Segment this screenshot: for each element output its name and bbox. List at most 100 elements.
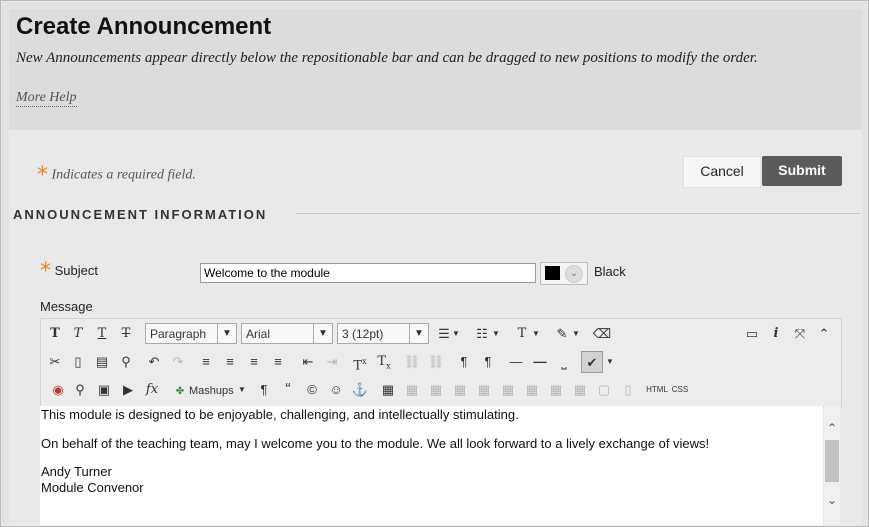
eraser-icon[interactable]: ⌫: [591, 323, 613, 345]
undo-icon[interactable]: ↶: [143, 351, 165, 373]
record-icon[interactable]: ◉: [47, 379, 69, 401]
paragraph-format-value: Paragraph: [150, 327, 207, 341]
mashups-icon: ✤: [175, 386, 185, 397]
page-title: Create Announcement: [16, 13, 272, 40]
image-icon[interactable]: ▣: [93, 379, 115, 401]
info-icon[interactable]: i: [765, 323, 787, 345]
table-merge-icon[interactable]: ▦: [569, 379, 591, 401]
italic-icon[interactable]: T: [67, 323, 89, 345]
editor-line: Module Convenor: [41, 480, 144, 495]
table-icon[interactable]: ▦: [377, 379, 399, 401]
paragraph-format-select[interactable]: Paragraph ▼: [145, 323, 237, 344]
color-picker[interactable]: ⌄: [540, 262, 588, 285]
css-button[interactable]: CSS: [669, 379, 691, 401]
table-col-after-icon[interactable]: ▦: [497, 379, 519, 401]
align-right-icon[interactable]: ≡: [243, 351, 265, 373]
redo-icon[interactable]: ↷: [167, 351, 189, 373]
editor-line: This module is designed to be enjoyable,…: [41, 407, 519, 422]
cancel-button[interactable]: Cancel: [683, 156, 761, 188]
chevron-down-icon[interactable]: ▼: [491, 323, 501, 345]
table-row-before-icon[interactable]: ▦: [401, 379, 423, 401]
chevron-down-icon[interactable]: ⌄: [565, 265, 583, 283]
fullscreen-icon[interactable]: ⤧: [789, 323, 811, 345]
rtl-icon[interactable]: ¶: [477, 351, 499, 373]
anchor-icon[interactable]: ⚓: [349, 379, 371, 401]
font-size-select[interactable]: 3 (12pt) ▼: [337, 323, 429, 344]
emoticon-icon[interactable]: ☺: [325, 379, 347, 401]
html-source-button[interactable]: HTML: [645, 379, 669, 401]
chevron-down-icon[interactable]: ▼: [531, 323, 541, 345]
find-icon[interactable]: ⚲: [115, 351, 137, 373]
paste-icon[interactable]: ▤: [91, 351, 113, 373]
subscript-icon[interactable]: Tx: [373, 351, 395, 373]
copyright-icon[interactable]: ©: [301, 379, 323, 401]
submit-button[interactable]: Submit: [762, 156, 842, 186]
section-divider: [296, 213, 861, 214]
indent-icon[interactable]: ⇥: [321, 351, 343, 373]
justify-icon[interactable]: ≡: [267, 351, 289, 373]
chevron-down-icon[interactable]: ▼: [571, 323, 581, 345]
underline-icon[interactable]: T: [91, 323, 113, 345]
chevron-down-icon[interactable]: ▼: [605, 351, 615, 373]
table-row-after-icon[interactable]: ▦: [425, 379, 447, 401]
table-col-before-icon[interactable]: ▦: [473, 379, 495, 401]
cut-icon[interactable]: ✂: [44, 351, 66, 373]
font-family-select[interactable]: Arial ▼: [241, 323, 333, 344]
pilcrow-icon[interactable]: ¶: [253, 379, 275, 401]
font-size-value: 3 (12pt): [342, 327, 384, 341]
nonbreaking-space-icon[interactable]: ⎵: [553, 351, 575, 373]
align-center-icon[interactable]: ≡: [219, 351, 241, 373]
table-delete-col-icon[interactable]: ▦: [521, 379, 543, 401]
chevron-down-icon: ▼: [409, 324, 428, 343]
strikethrough-icon[interactable]: T: [115, 323, 137, 345]
chevron-down-icon: ▼: [313, 324, 332, 343]
more-help-link[interactable]: More Help: [16, 90, 77, 107]
mashups-label: Mashups: [189, 385, 234, 397]
table-split-icon[interactable]: ▦: [545, 379, 567, 401]
link-icon[interactable]: ⛓: [401, 351, 423, 373]
attachment-icon[interactable]: ⚲: [69, 379, 91, 401]
media-icon[interactable]: ▶: [117, 379, 139, 401]
cell-properties-icon[interactable]: ▢: [593, 379, 615, 401]
chevron-down-icon: ▼: [217, 324, 236, 343]
color-label: Black: [594, 264, 626, 279]
subject-input[interactable]: [200, 263, 536, 283]
unlink-icon[interactable]: ⛓: [425, 351, 447, 373]
thick-rule-icon[interactable]: —: [529, 351, 551, 373]
chevron-down-icon[interactable]: ▼: [451, 323, 461, 345]
font-family-value: Arial: [246, 327, 271, 341]
horizontal-rule-icon[interactable]: —: [505, 351, 527, 373]
required-note-text: Indicates a required field.: [51, 167, 196, 183]
numbered-list-icon[interactable]: ☷: [471, 323, 493, 345]
highlight-pen-icon[interactable]: ✎: [551, 323, 573, 345]
text-style-icon[interactable]: T: [511, 323, 533, 345]
editor-scrollbar[interactable]: ⌃ ⌄: [824, 406, 840, 525]
blockquote-icon[interactable]: “: [277, 379, 299, 401]
color-swatch: [545, 266, 560, 280]
subject-label-text: Subject: [54, 262, 98, 278]
outdent-icon[interactable]: ⇤: [297, 351, 319, 373]
spellcheck-icon[interactable]: ✔: [581, 351, 603, 373]
page-description: New Announcements appear directly below …: [16, 50, 758, 66]
required-star-icon: *: [37, 163, 48, 188]
math-fx-icon[interactable]: fx: [141, 379, 163, 401]
table-delete-row-icon[interactable]: ▦: [449, 379, 471, 401]
message-label: Message: [40, 299, 93, 314]
collapse-toolbar-icon[interactable]: ⌃: [813, 323, 835, 345]
row-properties-icon[interactable]: ▯: [617, 379, 639, 401]
message-editor[interactable]: This module is designed to be enjoyable,…: [40, 406, 823, 525]
copy-icon[interactable]: ▯: [67, 351, 89, 373]
scrollbar-thumb[interactable]: [825, 440, 839, 482]
bold-icon[interactable]: T: [44, 323, 66, 345]
chevron-down-icon[interactable]: ▼: [237, 379, 247, 401]
required-star-icon: *: [40, 259, 51, 284]
superscript-icon[interactable]: Tx: [349, 351, 371, 373]
align-left-icon[interactable]: ≡: [195, 351, 217, 373]
ltr-icon[interactable]: ¶: [453, 351, 475, 373]
editor-line: On behalf of the teaching team, may I we…: [41, 436, 710, 451]
scroll-up-icon[interactable]: ⌃: [824, 420, 840, 436]
scroll-down-icon[interactable]: ⌄: [824, 492, 840, 508]
preview-icon[interactable]: ▭: [741, 323, 763, 345]
section-title: ANNOUNCEMENT INFORMATION: [13, 207, 268, 222]
editor-line: Andy Turner: [41, 464, 112, 479]
